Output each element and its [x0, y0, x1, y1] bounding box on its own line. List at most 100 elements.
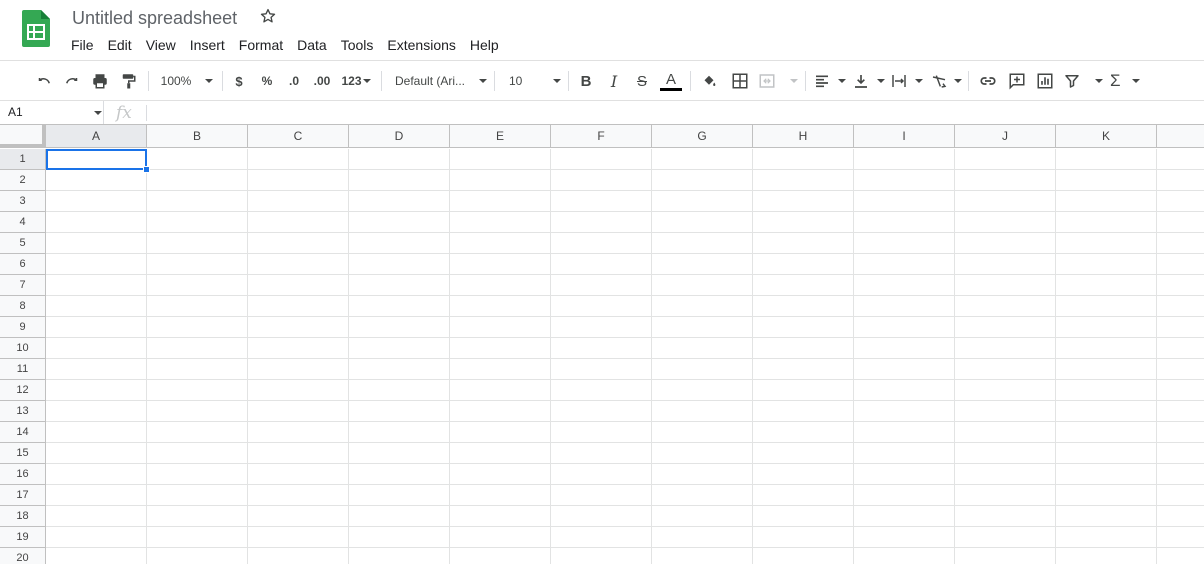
chevron-down-icon: [205, 79, 214, 83]
menu-help[interactable]: Help: [463, 34, 506, 56]
column-header-a[interactable]: A: [46, 125, 147, 148]
active-cell-a1[interactable]: [46, 149, 147, 170]
document-title[interactable]: Untitled spreadsheet: [72, 7, 237, 29]
star-icon[interactable]: [259, 7, 277, 27]
fill-color-icon[interactable]: [698, 70, 720, 92]
row-header-7[interactable]: 7: [0, 275, 46, 296]
text-wrap-icon[interactable]: [891, 70, 923, 92]
toolbar-separator: [381, 71, 382, 91]
filter-icon[interactable]: [1063, 70, 1103, 92]
italic-button[interactable]: I: [604, 70, 624, 92]
paint-format-icon[interactable]: [117, 70, 139, 92]
bold-button[interactable]: B: [576, 70, 596, 92]
toolbar-separator: [690, 71, 691, 91]
row-header-9[interactable]: 9: [0, 317, 46, 338]
text-color-swatch: [660, 87, 682, 91]
zoom-select[interactable]: 100%: [158, 70, 216, 92]
row-header-17[interactable]: 17: [0, 485, 46, 506]
row-header-13[interactable]: 13: [0, 401, 46, 422]
row-header-8[interactable]: 8: [0, 296, 46, 317]
row-header-4[interactable]: 4: [0, 212, 46, 233]
strikethrough-button[interactable]: S: [632, 70, 652, 92]
menu-data[interactable]: Data: [290, 34, 334, 56]
row-header-16[interactable]: 16: [0, 464, 46, 485]
decrease-decimal-button[interactable]: .0: [283, 70, 305, 92]
column-header-c[interactable]: C: [248, 125, 349, 148]
undo-icon[interactable]: [33, 70, 55, 92]
font-select[interactable]: Default (Ari...: [395, 70, 487, 92]
insert-chart-icon[interactable]: [1034, 70, 1056, 92]
insert-link-icon[interactable]: [977, 70, 999, 92]
row-header-5[interactable]: 5: [0, 233, 46, 254]
sheets-logo-icon[interactable]: [22, 10, 50, 47]
menu-extensions[interactable]: Extensions: [380, 34, 462, 56]
zoom-value: 100%: [160, 74, 192, 88]
toolbar-separator: [148, 71, 149, 91]
chevron-down-icon: [790, 79, 798, 83]
row-header-15[interactable]: 15: [0, 443, 46, 464]
column-header-g[interactable]: G: [652, 125, 753, 148]
toolbar-separator: [222, 71, 223, 91]
more-formats-button[interactable]: 123: [339, 70, 373, 92]
row-header-2[interactable]: 2: [0, 170, 46, 191]
horizontal-align-icon[interactable]: [814, 70, 846, 92]
row-header-11[interactable]: 11: [0, 359, 46, 380]
row-header-6[interactable]: 6: [0, 254, 46, 275]
sigma-glyph: Σ: [1110, 71, 1121, 90]
menu-view[interactable]: View: [139, 34, 183, 56]
menu-file[interactable]: File: [64, 34, 101, 56]
font-size-select[interactable]: 10: [509, 70, 561, 92]
functions-icon[interactable]: Σ: [1110, 70, 1140, 92]
vertical-align-icon[interactable]: [853, 70, 885, 92]
insert-comment-icon[interactable]: [1006, 70, 1028, 92]
borders-icon[interactable]: [729, 70, 751, 92]
row-header-12[interactable]: 12: [0, 380, 46, 401]
column-header-k[interactable]: K: [1056, 125, 1157, 148]
column-header-partial[interactable]: [1157, 125, 1204, 148]
decrease-decimal-label: .0: [288, 74, 299, 88]
row-header-19[interactable]: 19: [0, 527, 46, 548]
menu-format[interactable]: Format: [232, 34, 290, 56]
menu-tools[interactable]: Tools: [334, 34, 381, 56]
merge-cells-icon[interactable]: [758, 70, 798, 92]
percent-format-button[interactable]: %: [257, 70, 277, 92]
column-header-d[interactable]: D: [349, 125, 450, 148]
chevron-down-icon: [915, 79, 923, 83]
column-header-j[interactable]: J: [955, 125, 1056, 148]
more-formats-label: 123: [341, 74, 362, 88]
column-header-e[interactable]: E: [450, 125, 551, 148]
text-color-letter: A: [665, 70, 676, 88]
row-header-3[interactable]: 3: [0, 191, 46, 212]
text-rotation-icon[interactable]: [930, 70, 962, 92]
menu-insert[interactable]: Insert: [183, 34, 232, 56]
currency-format-button[interactable]: $: [229, 70, 249, 92]
column-header-i[interactable]: I: [854, 125, 955, 148]
fill-handle[interactable]: [143, 166, 150, 173]
print-icon[interactable]: [89, 70, 111, 92]
font-size-value: 10: [509, 74, 523, 88]
select-all-corner[interactable]: [0, 125, 46, 148]
increase-decimal-button[interactable]: .00: [310, 70, 334, 92]
menu-bar: File Edit View Insert Format Data Tools …: [64, 34, 506, 56]
text-color-button[interactable]: A: [660, 70, 682, 92]
row-header-10[interactable]: 10: [0, 338, 46, 359]
row-header-14[interactable]: 14: [0, 422, 46, 443]
font-value: Default (Ari...: [395, 74, 466, 88]
column-header-h[interactable]: H: [753, 125, 854, 148]
row-header-18[interactable]: 18: [0, 506, 46, 527]
chevron-down-icon: [1132, 79, 1140, 83]
column-header-b[interactable]: B: [147, 125, 248, 148]
row-header-1[interactable]: 1: [0, 149, 46, 170]
cell-area[interactable]: [46, 149, 1204, 564]
formula-input[interactable]: [156, 105, 1196, 121]
chevron-down-icon: [479, 79, 487, 83]
toolbar-separator: [805, 71, 806, 91]
name-box[interactable]: A1: [0, 101, 104, 124]
formula-bar: A1 fx: [0, 100, 1204, 124]
chevron-down-icon: [954, 79, 962, 83]
redo-icon[interactable]: [61, 70, 83, 92]
column-header-f[interactable]: F: [551, 125, 652, 148]
chevron-down-icon: [877, 79, 885, 83]
row-header-20[interactable]: 20: [0, 548, 46, 564]
menu-edit[interactable]: Edit: [101, 34, 139, 56]
